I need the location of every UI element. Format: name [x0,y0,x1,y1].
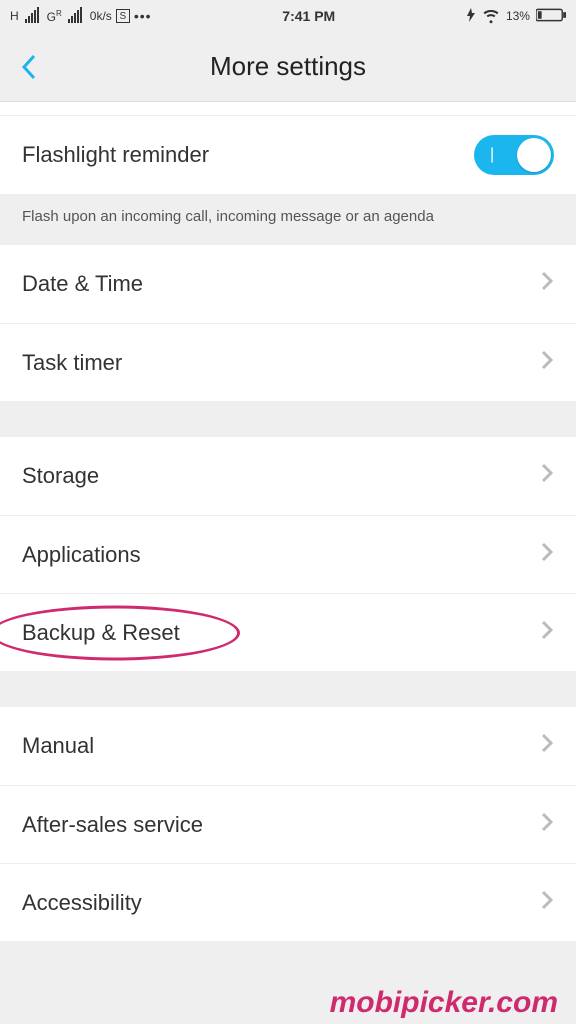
date-time-row[interactable]: Date & Time [0,245,576,323]
more-status-icon: ••• [134,8,152,24]
flashlight-toggle[interactable]: | [474,135,554,175]
storage-label: Storage [22,463,99,489]
back-chevron-icon [20,52,40,82]
watermark-text: mobipicker.com [330,986,558,1020]
battery-percent: 13% [506,9,530,23]
task-timer-row[interactable]: Task timer [0,323,576,401]
date-time-label: Date & Time [22,271,143,297]
truncated-row [0,102,576,116]
storage-row[interactable]: Storage [0,437,576,515]
accessibility-row[interactable]: Accessibility [0,863,576,941]
after-sales-row[interactable]: After-sales service [0,785,576,863]
status-right: 13% [466,6,566,27]
signal2-label: GR [47,9,62,24]
battery-icon [536,8,566,25]
accessibility-label: Accessibility [22,890,142,916]
chevron-right-icon [540,462,554,490]
status-bar: H GR 0k/s S ••• 7:41 PM 13% [0,0,576,32]
task-timer-label: Task timer [22,350,122,376]
settings-content: Flashlight reminder | Flash upon an inco… [0,102,576,941]
after-sales-label: After-sales service [22,812,203,838]
header-bar: More settings [0,32,576,102]
backup-reset-row[interactable]: Backup & Reset [0,593,576,671]
status-left: H GR 0k/s S ••• [10,8,152,24]
sim-box-icon: S [116,9,130,23]
chevron-right-icon [540,732,554,760]
toggle-knob-icon [517,138,551,172]
signal2-icon [68,9,82,23]
chevron-right-icon [540,619,554,647]
chevron-right-icon [540,349,554,377]
page-title: More settings [0,51,576,82]
manual-label: Manual [22,733,94,759]
data-speed: 0k/s [90,9,112,23]
charging-icon [466,8,476,25]
status-time: 7:41 PM [282,8,335,24]
chevron-right-icon [540,270,554,298]
signal1-label: H [10,9,19,23]
flashlight-description: Flash upon an incoming call, incoming me… [0,194,576,245]
toggle-on-indicator: | [490,146,494,164]
flashlight-reminder-row[interactable]: Flashlight reminder | [0,116,576,194]
section-gap [0,671,576,707]
chevron-right-icon [540,889,554,917]
signal1-icon [25,9,39,23]
flashlight-reminder-label: Flashlight reminder [22,142,209,168]
chevron-right-icon [540,811,554,839]
back-button[interactable] [0,32,60,101]
backup-reset-label: Backup & Reset [22,620,180,646]
chevron-right-icon [540,541,554,569]
section-gap [0,401,576,437]
applications-label: Applications [22,542,141,568]
manual-row[interactable]: Manual [0,707,576,785]
applications-row[interactable]: Applications [0,515,576,593]
wifi-icon [482,6,500,27]
